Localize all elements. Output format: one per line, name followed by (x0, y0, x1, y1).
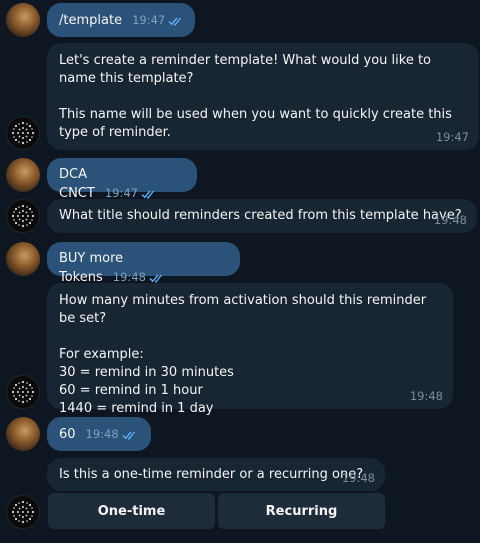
message-text: How many minutes from activation should … (59, 293, 427, 416)
button-label: One-time (97, 503, 166, 519)
message-time: 19:47 (435, 130, 469, 144)
user-avatar[interactable] (6, 158, 40, 192)
button-label: Recurring (265, 503, 338, 519)
one-time-button[interactable]: One-time (48, 493, 215, 529)
message-time: 19:48 (85, 427, 119, 441)
message-text: DCA CNCT (59, 167, 95, 201)
dotted-globe-icon (11, 204, 35, 228)
double-check-icon (122, 428, 138, 446)
double-check-icon (168, 14, 184, 32)
message-time: 19:48 (112, 270, 146, 284)
message-time: 19:48 (341, 471, 375, 485)
bot-avatar[interactable] (6, 116, 40, 150)
dotted-globe-icon (11, 380, 35, 404)
message-outgoing[interactable]: BUY more Tokens 19:48 (47, 242, 240, 285)
bot-avatar[interactable] (6, 375, 40, 409)
message-text: Is this a one-time reminder or a recurri… (59, 467, 364, 482)
bot-avatar[interactable] (6, 199, 40, 233)
bot-avatar[interactable] (6, 495, 40, 529)
user-avatar[interactable] (6, 242, 40, 276)
user-avatar[interactable] (6, 3, 40, 37)
message-time: 19:47 (132, 13, 166, 27)
message-incoming[interactable]: Is this a one-time reminder or a recurri… (47, 458, 385, 491)
message-text: /template (59, 13, 123, 28)
message-incoming[interactable]: How many minutes from activation should … (47, 283, 453, 416)
dotted-globe-icon (11, 500, 35, 524)
message-time: 19:47 (104, 186, 138, 200)
message-time: 19:48 (433, 213, 467, 227)
message-incoming[interactable]: What title should reminders created from… (47, 199, 477, 233)
chat-area: /template 19:47 Let's create a reminder t… (0, 0, 480, 543)
message-outgoing[interactable]: 60 19:48 (47, 417, 151, 451)
message-text: Let's create a reminder template! What w… (59, 53, 452, 140)
message-incoming[interactable]: Let's create a reminder template! What w… (47, 43, 479, 150)
message-time: 19:48 (409, 389, 443, 403)
message-outgoing[interactable]: DCA CNCT 19:47 (47, 158, 197, 201)
message-text: What title should reminders created from… (59, 208, 462, 223)
message-outgoing[interactable]: /template 19:47 (47, 3, 195, 37)
message-text: 60 (59, 427, 76, 442)
recurring-button[interactable]: Recurring (218, 493, 385, 529)
dotted-globe-icon (11, 121, 35, 145)
user-avatar[interactable] (6, 417, 40, 451)
